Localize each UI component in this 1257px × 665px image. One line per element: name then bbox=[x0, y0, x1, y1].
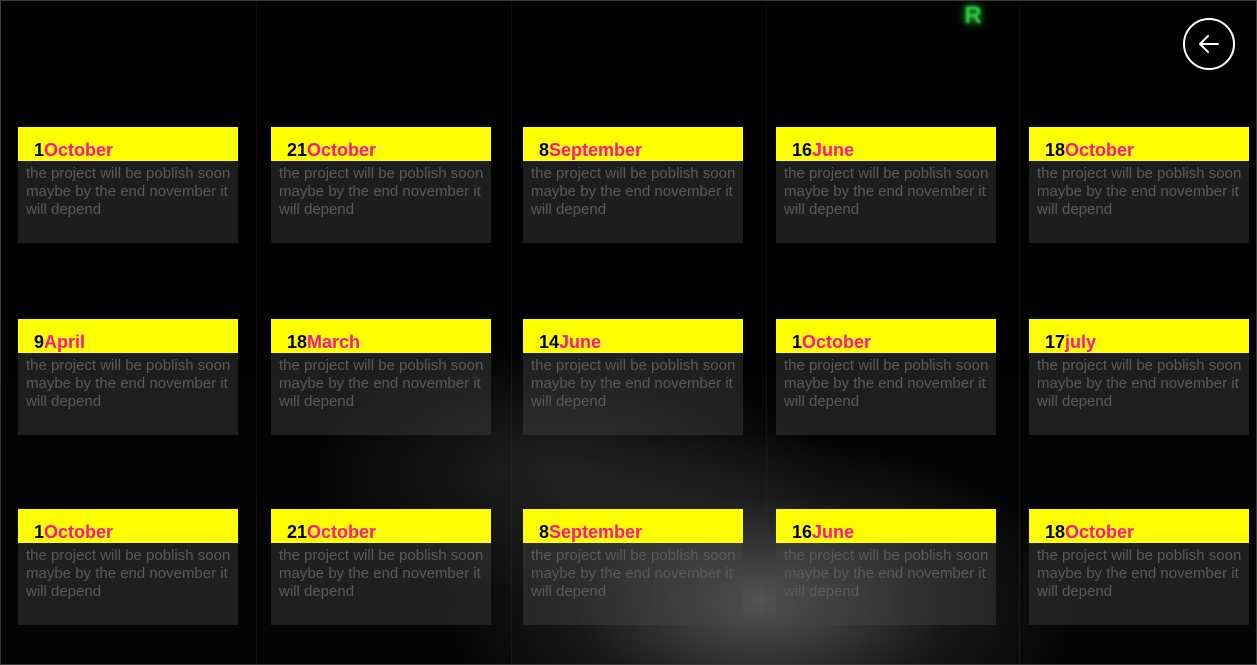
card-day: 9 bbox=[34, 332, 45, 352]
card-day: 18 bbox=[1045, 522, 1066, 542]
card-description: the project will be poblish soon maybe b… bbox=[784, 357, 989, 410]
card-date-header: 16June bbox=[776, 509, 996, 543]
arrow-left-icon bbox=[1199, 35, 1219, 53]
card-description: the project will be poblish soon maybe b… bbox=[1037, 547, 1242, 600]
project-card[interactable]: 1October the project will be poblish soon… bbox=[18, 509, 238, 625]
panel-divider bbox=[256, 1, 257, 664]
card-description: the project will be poblish soon maybe b… bbox=[26, 357, 231, 410]
card-day: 21 bbox=[287, 522, 308, 542]
project-card[interactable]: 8September the project will be poblish so… bbox=[523, 509, 743, 625]
project-card[interactable]: 16June the project will be poblish soon m… bbox=[776, 509, 996, 625]
card-month: October bbox=[307, 522, 377, 542]
card-description: the project will be poblish soon maybe b… bbox=[784, 165, 989, 218]
project-card[interactable]: 18March the project will be poblish soon … bbox=[271, 319, 491, 435]
card-day: 14 bbox=[539, 332, 560, 352]
card-date: 1October bbox=[34, 522, 113, 542]
card-date-header: 21October bbox=[271, 127, 491, 161]
card-date: 9April bbox=[34, 332, 85, 352]
card-month: October bbox=[307, 140, 377, 160]
project-card[interactable]: 18October the project will be poblish soo… bbox=[1029, 509, 1249, 625]
card-date: 16June bbox=[792, 140, 854, 160]
app-background: R 1October the project will be poblish so… bbox=[0, 0, 1257, 665]
card-description: the project will be poblish soon maybe b… bbox=[279, 357, 484, 410]
card-date-header: 1October bbox=[18, 509, 238, 543]
card-description: the project will be poblish soon maybe b… bbox=[531, 357, 736, 410]
card-date: 21October bbox=[287, 522, 376, 542]
card-month: June bbox=[559, 332, 602, 352]
card-day: 8 bbox=[539, 522, 550, 542]
card-date: 17july bbox=[1045, 332, 1096, 352]
card-day: 1 bbox=[34, 522, 45, 542]
card-month: October bbox=[44, 522, 114, 542]
card-description: the project will be poblish soon maybe b… bbox=[1037, 165, 1242, 218]
card-date-header: 8September bbox=[523, 509, 743, 543]
panel-divider bbox=[511, 1, 512, 664]
card-day: 21 bbox=[287, 140, 308, 160]
project-card[interactable]: 8September the project will be poblish so… bbox=[523, 127, 743, 243]
card-month: October bbox=[1065, 522, 1135, 542]
card-date: 21October bbox=[287, 140, 376, 160]
card-day: 18 bbox=[1045, 140, 1066, 160]
card-date: 1October bbox=[792, 332, 871, 352]
card-day: 16 bbox=[792, 140, 813, 160]
project-card[interactable]: 17july the project will be poblish soon m… bbox=[1029, 319, 1249, 435]
card-description: the project will be poblish soon maybe b… bbox=[531, 165, 736, 218]
panel-divider bbox=[1019, 1, 1020, 664]
card-date-header: 18October bbox=[1029, 127, 1249, 161]
project-card[interactable]: 21October the project will be poblish soo… bbox=[271, 127, 491, 243]
card-description: the project will be poblish soon maybe b… bbox=[279, 547, 484, 600]
card-month: October bbox=[44, 140, 114, 160]
project-card[interactable]: 14June the project will be poblish soon m… bbox=[523, 319, 743, 435]
card-date-header: 8September bbox=[523, 127, 743, 161]
card-date: 14June bbox=[539, 332, 601, 352]
card-day: 1 bbox=[792, 332, 803, 352]
back-button[interactable] bbox=[1183, 18, 1235, 70]
card-date: 18October bbox=[1045, 522, 1134, 542]
card-description: the project will be poblish soon maybe b… bbox=[279, 165, 484, 218]
card-month: June bbox=[812, 522, 855, 542]
card-date-header: 18March bbox=[271, 319, 491, 353]
card-date: 8September bbox=[539, 140, 642, 160]
project-card[interactable]: 1October the project will be poblish soon… bbox=[18, 127, 238, 243]
card-date: 8September bbox=[539, 522, 642, 542]
card-month: October bbox=[1065, 140, 1135, 160]
card-date-header: 1October bbox=[776, 319, 996, 353]
panel-divider bbox=[766, 1, 767, 664]
card-day: 8 bbox=[539, 140, 550, 160]
project-card[interactable]: 21October the project will be poblish soo… bbox=[271, 509, 491, 625]
card-description: the project will be poblish soon maybe b… bbox=[26, 547, 231, 600]
card-date: 1October bbox=[34, 140, 113, 160]
card-date-header: 17july bbox=[1029, 319, 1249, 353]
card-month: June bbox=[812, 140, 855, 160]
card-day: 18 bbox=[287, 332, 308, 352]
project-card[interactable]: 16June the project will be poblish soon m… bbox=[776, 127, 996, 243]
card-description: the project will be poblish soon maybe b… bbox=[26, 165, 231, 218]
card-date-header: 1October bbox=[18, 127, 238, 161]
card-date-header: 18October bbox=[1029, 509, 1249, 543]
card-date-header: 9April bbox=[18, 319, 238, 353]
card-description: the project will be poblish soon maybe b… bbox=[784, 547, 989, 600]
card-date-header: 14June bbox=[523, 319, 743, 353]
card-day: 1 bbox=[34, 140, 45, 160]
card-month: july bbox=[1065, 332, 1097, 352]
card-month: September bbox=[549, 522, 643, 542]
card-date: 18October bbox=[1045, 140, 1134, 160]
card-month: April bbox=[44, 332, 86, 352]
card-month: March bbox=[307, 332, 361, 352]
card-month: October bbox=[802, 332, 872, 352]
card-date-header: 21October bbox=[271, 509, 491, 543]
card-month: September bbox=[549, 140, 643, 160]
card-date-header: 16June bbox=[776, 127, 996, 161]
project-card[interactable]: 18October the project will be poblish soo… bbox=[1029, 127, 1249, 243]
card-date: 18March bbox=[287, 332, 360, 352]
logo: R bbox=[964, 2, 982, 29]
project-card[interactable]: 1October the project will be poblish soon… bbox=[776, 319, 996, 435]
card-date: 16June bbox=[792, 522, 854, 542]
card-description: the project will be poblish soon maybe b… bbox=[1037, 357, 1242, 410]
project-card[interactable]: 9April the project will be poblish soon m… bbox=[18, 319, 238, 435]
card-description: the project will be poblish soon maybe b… bbox=[531, 547, 736, 600]
card-day: 17 bbox=[1045, 332, 1066, 352]
card-day: 16 bbox=[792, 522, 813, 542]
